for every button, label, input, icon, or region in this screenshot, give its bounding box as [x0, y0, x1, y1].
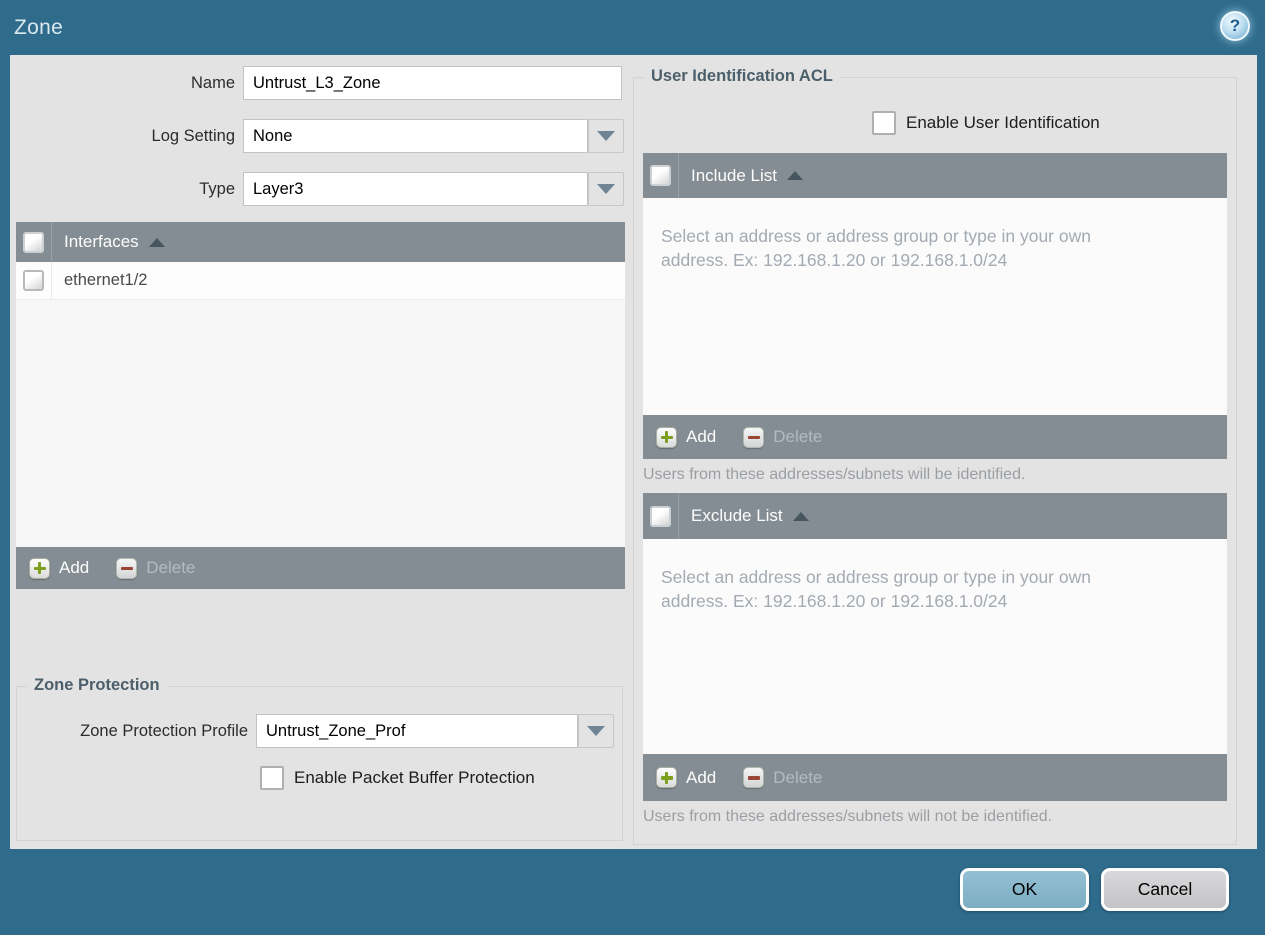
zone-protection-section: Zone Protection Zone Protection Profile …: [16, 676, 623, 841]
minus-icon: [116, 557, 138, 579]
sort-ascending-icon: [792, 511, 809, 521]
exclude-list-helper-text: Users from these addresses/subnets will …: [643, 808, 1053, 825]
row-checkbox-cell: [16, 262, 52, 299]
include-list-column-header[interactable]: Include List: [679, 166, 777, 186]
select-all-checkbox[interactable]: [23, 231, 44, 253]
exclude-list-placeholder: Select an address or address group or ty…: [661, 567, 1091, 611]
interfaces-table-header: Interfaces: [16, 222, 625, 262]
table-row[interactable]: ethernet1/2: [16, 262, 625, 300]
dialog-body: Name Log Setting Type Interfaces etherne…: [10, 55, 1257, 849]
dialog-title: Zone: [14, 15, 64, 39]
include-list-table: Include List Select an address or addres…: [643, 153, 1227, 459]
chevron-down-icon: [597, 184, 615, 194]
cancel-button[interactable]: Cancel: [1101, 868, 1229, 911]
interface-name[interactable]: ethernet1/2: [52, 271, 147, 290]
exclude-list-footer: Add Delete: [643, 754, 1227, 801]
sort-ascending-icon: [148, 237, 165, 247]
include-delete-button[interactable]: Delete: [743, 426, 822, 448]
ok-button[interactable]: OK: [960, 868, 1089, 911]
zone-protection-profile-input[interactable]: [256, 714, 578, 748]
type-label: Type: [199, 180, 235, 198]
log-setting-dropdown-button[interactable]: [588, 119, 624, 153]
row-checkbox[interactable]: [23, 270, 44, 291]
add-button[interactable]: Add: [29, 557, 89, 579]
include-list-footer: Add Delete: [643, 415, 1227, 459]
header-checkbox-cell: [643, 493, 679, 539]
plus-icon: [656, 767, 677, 788]
interfaces-table-empty-area: [16, 300, 625, 547]
exclude-select-all-checkbox[interactable]: [650, 505, 671, 527]
zone-protection-legend: Zone Protection: [27, 676, 167, 695]
include-add-button[interactable]: Add: [656, 426, 716, 448]
user-identification-section: User Identification ACL Enable User Iden…: [633, 67, 1237, 845]
type-dropdown-button[interactable]: [588, 172, 624, 206]
zone-protection-profile-label: Zone Protection Profile: [80, 722, 248, 740]
minus-icon: [743, 767, 765, 788]
include-list-helper-text: Users from these addresses/subnets will …: [643, 466, 1026, 483]
name-label: Name: [190, 74, 235, 92]
exclude-delete-button[interactable]: Delete: [743, 767, 822, 788]
header-checkbox-cell: [643, 153, 679, 198]
enable-user-identification-checkbox[interactable]: [872, 111, 896, 135]
exclude-list-header: Exclude List: [643, 493, 1227, 539]
exclude-list-body[interactable]: Select an address or address group or ty…: [643, 539, 1227, 754]
interfaces-column-header[interactable]: Interfaces: [52, 232, 139, 252]
help-icon[interactable]: [1220, 11, 1250, 41]
header-checkbox-cell: [16, 222, 52, 262]
type-input[interactable]: [243, 172, 588, 206]
packet-buffer-protection-label: Enable Packet Buffer Protection: [294, 768, 535, 787]
enable-user-identification-label: Enable User Identification: [906, 113, 1100, 132]
exclude-add-button[interactable]: Add: [656, 767, 716, 788]
interfaces-table-footer: Add Delete: [16, 547, 625, 589]
minus-icon: [743, 426, 765, 448]
log-setting-label: Log Setting: [151, 127, 235, 145]
log-setting-input[interactable]: [243, 119, 588, 153]
name-input[interactable]: [243, 66, 622, 100]
exclude-list-table: Exclude List Select an address or addres…: [643, 493, 1227, 801]
delete-button[interactable]: Delete: [116, 557, 195, 579]
packet-buffer-protection-checkbox[interactable]: [260, 766, 284, 790]
include-list-header: Include List: [643, 153, 1227, 198]
zone-protection-profile-dropdown-button[interactable]: [578, 714, 614, 748]
interfaces-table: Interfaces ethernet1/2 Add Delete: [16, 222, 625, 589]
include-select-all-checkbox[interactable]: [650, 165, 671, 186]
chevron-down-icon: [587, 726, 605, 736]
plus-icon: [656, 426, 677, 448]
dialog-titlebar: Zone: [0, 0, 1265, 55]
sort-ascending-icon: [787, 171, 803, 180]
include-list-placeholder: Select an address or address group or ty…: [661, 226, 1091, 270]
chevron-down-icon: [597, 131, 615, 141]
plus-icon: [29, 557, 50, 579]
user-identification-legend: User Identification ACL: [644, 67, 840, 86]
exclude-list-column-header[interactable]: Exclude List: [679, 506, 783, 526]
include-list-body[interactable]: Select an address or address group or ty…: [643, 198, 1227, 415]
